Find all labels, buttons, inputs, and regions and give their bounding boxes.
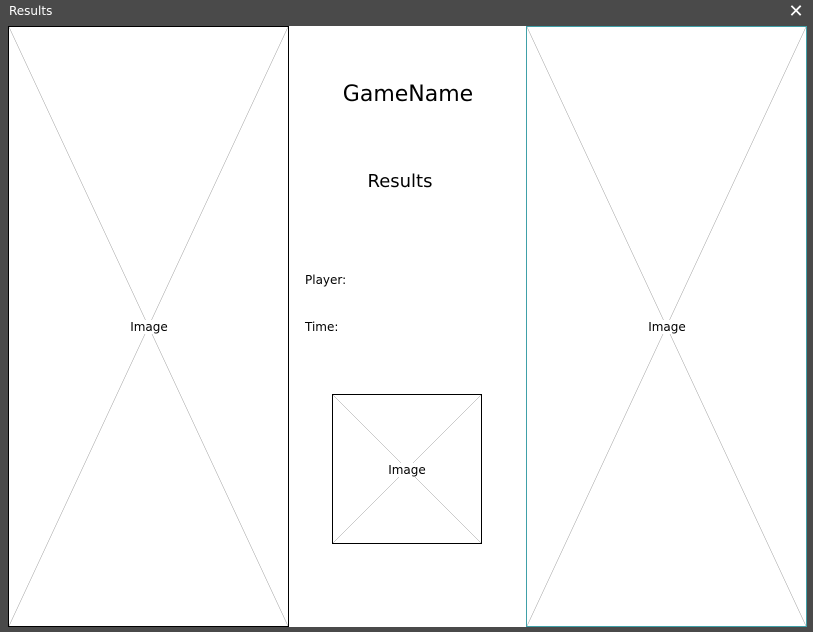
left-image-placeholder: Image — [8, 26, 289, 627]
time-label: Time: — [305, 320, 339, 334]
game-name-title: GameName — [342, 82, 474, 107]
center-image-placeholder: Image — [332, 394, 482, 544]
title-bar[interactable]: Results ✕ — [0, 0, 813, 24]
player-label: Player: — [305, 273, 347, 287]
center-image-label: Image — [385, 463, 429, 477]
results-window: Results ✕ Image GameName Results Player:… — [0, 0, 813, 632]
client-area: Image GameName Results Player: Time: Ima… — [8, 26, 807, 627]
right-image-placeholder[interactable]: Image — [526, 26, 807, 627]
right-image-label: Image — [645, 320, 689, 334]
left-image-label: Image — [127, 320, 171, 334]
close-icon[interactable]: ✕ — [785, 3, 807, 21]
results-heading: Results — [367, 171, 433, 192]
window-title: Results — [9, 4, 53, 18]
